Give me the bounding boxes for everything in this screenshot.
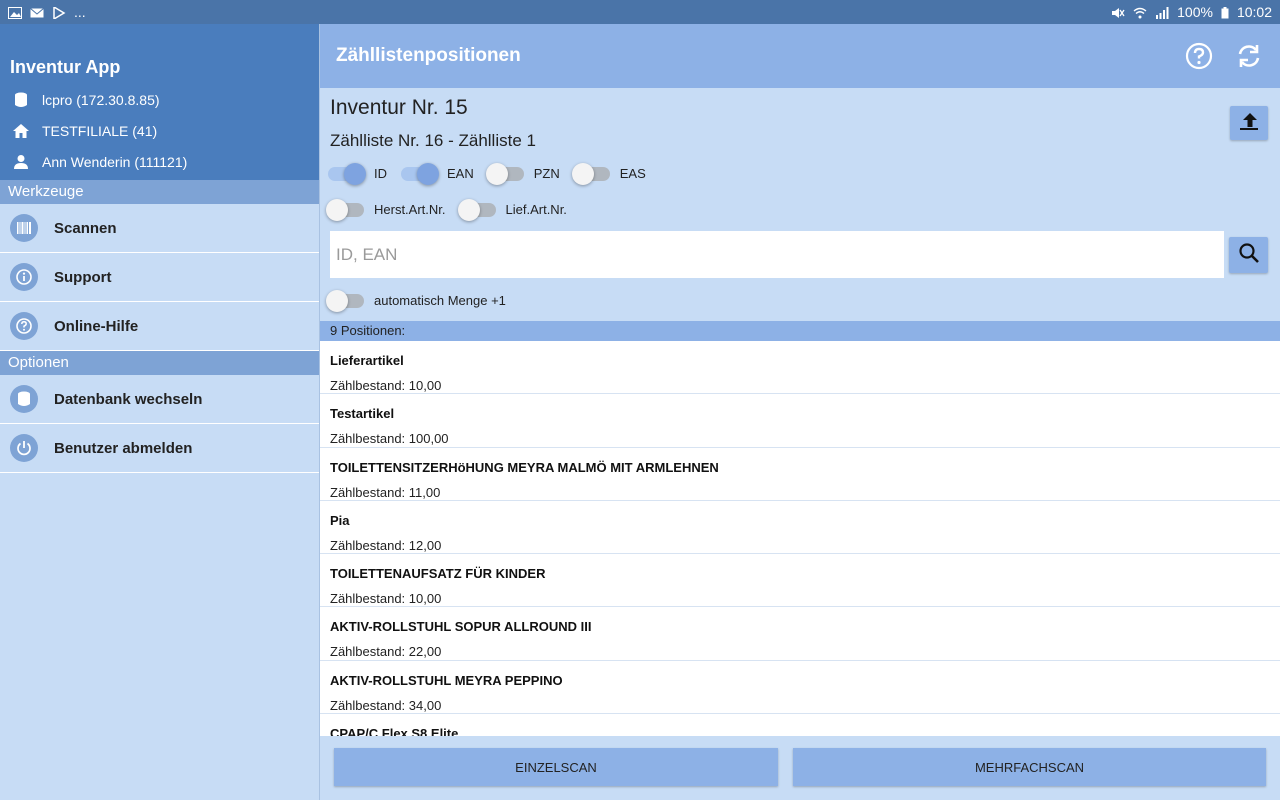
nav-item-support[interactable]: Support [0,253,319,302]
identifier-toggle-row: ID EAN PZN EAS [328,162,660,185]
list-item[interactable]: Pia Zählbestand: 12,00 [320,501,1280,555]
upload-arrow-icon [1238,110,1260,137]
multi-scan-button[interactable]: MEHRFACHSCAN [793,748,1266,786]
clock: 10:02 [1236,4,1272,20]
page-title: Zähllistenpositionen [336,45,521,66]
toggle-herst-art-nr[interactable] [326,198,364,221]
toggle-eas-label: EAS [619,166,646,181]
item-name: TOILETTENSITZERHöHUNG MEYRA MALMÖ MIT AR… [330,459,719,475]
filter-panel: Inventur Nr. 15 Zählliste Nr. 16 - Zähll… [320,88,1280,320]
nav-item-label: Scannen [54,219,117,237]
user-row: Ann Wenderin (111121) [10,146,309,177]
app-bar: Zähllistenpositionen [320,24,1280,88]
toggle-auto-quantity-label: automatisch Menge +1 [374,293,506,308]
toggle-ean-label: EAN [447,166,474,181]
info-icon [10,263,38,291]
toggle-pzn[interactable] [485,162,524,185]
wifi-icon [1133,6,1147,19]
item-quantity: Zählbestand: 11,00 [330,484,441,500]
play-store-icon [52,5,66,21]
toggle-id[interactable] [328,162,366,185]
item-quantity: Zählbestand: 12,00 [330,537,442,553]
section-options-heading: Optionen [0,351,319,375]
search-button[interactable] [1229,237,1268,273]
image-icon [8,6,22,19]
nav-item-label: Online-Hilfe [54,317,139,335]
item-name: Lieferartikel [330,353,404,368]
user-label: Ann Wenderin (111121) [42,153,188,170]
item-quantity: Zählbestand: 100,00 [330,431,449,447]
nav-item-label: Benutzer abmelden [54,439,193,457]
item-name: AKTIV-ROLLSTUHL SOPUR ALLROUND III [330,619,592,635]
toggle-lief-label: Lief.Art.Nr. [505,202,567,217]
app-title: Inventur App [10,57,121,77]
item-name: AKTIV-ROLLSTUHL MEYRA PEPPINO [330,672,563,688]
list-item[interactable]: Lieferartikel Zählbestand: 10,00 [320,341,1280,395]
home-icon [10,120,32,142]
toggle-lief-art-nr[interactable] [457,198,496,221]
database-row: lcpro (172.30.8.85) [10,84,309,115]
toggle-eas[interactable] [571,162,610,185]
bottom-button-bar: EINZELSCAN MEHRFACHSCAN [320,736,1280,800]
single-scan-button[interactable]: EINZELSCAN [334,748,778,786]
database-icon [10,89,32,111]
nav-item-logout[interactable]: Benutzer abmelden [0,424,319,473]
toggle-pzn-label: PZN [533,166,560,181]
positions-list: Lieferartikel Zählbestand: 10,00 Testart… [320,341,1280,736]
toggle-auto-quantity[interactable] [326,289,364,312]
toggle-ean[interactable] [401,162,439,185]
positions-count: 9 Positionen: [320,321,1280,341]
item-quantity: Zählbestand: 34,00 [330,697,442,713]
item-name: TOILETTENAUFSATZ FÜR KINDER [330,566,546,582]
drawer-header: Inventur App lcpro (172.30.8.85) TESTFIL… [0,24,319,180]
nav-item-online-help[interactable]: Online-Hilfe [0,302,319,351]
nav-item-label: Datenbank wechseln [54,390,203,408]
battery-icon [1221,6,1229,19]
signal-icon [1155,6,1169,19]
list-item[interactable]: TOILETTENSITZERHöHUNG MEYRA MALMÖ MIT AR… [320,448,1280,501]
status-ellipsis: ... [74,4,86,20]
database-label: lcpro (172.30.8.85) [42,91,160,108]
person-icon [10,151,32,173]
item-quantity: Zählbestand: 10,00 [330,378,442,393]
count-list-title: Zählliste Nr. 16 - Zählliste 1 [330,131,536,150]
status-bar: ... 100% 10:02 [0,0,1280,24]
item-quantity: Zählbestand: 10,00 [330,591,442,607]
list-item[interactable]: TOILETTENAUFSATZ FÜR KINDER Zählbestand:… [320,554,1280,608]
toggle-id-label: ID [374,166,387,181]
help-icon[interactable] [1184,41,1214,71]
battery-percent: 100% [1177,4,1213,20]
inventory-title: Inventur Nr. 15 [330,96,468,119]
item-name: Pia [330,512,350,528]
toggle-herst-label: Herst.Art.Nr. [374,202,446,217]
list-item[interactable]: AKTIV-ROLLSTUHL MEYRA PEPPINO Zählbestan… [320,661,1280,715]
nav-item-label: Support [54,268,112,286]
item-name: Testartikel [330,406,395,422]
list-item[interactable]: CPAP/C Flex S8 Elite [320,714,1280,736]
main-content: Zähllistenpositionen Inventur Nr. 15 Zäh… [320,24,1280,800]
article-number-toggle-row: Herst.Art.Nr. Lief.Art.Nr. [326,198,581,221]
item-quantity: Zählbestand: 22,00 [330,644,442,660]
barcode-icon [10,214,38,242]
nav-item-scan[interactable]: Scannen [0,204,319,253]
nav-item-change-database[interactable]: Datenbank wechseln [0,375,319,424]
item-name: CPAP/C Flex S8 Elite [330,726,459,736]
section-tools-heading: Werkzeuge [0,180,319,204]
search-input[interactable] [330,231,1224,278]
upload-button[interactable] [1230,106,1268,140]
auto-quantity-row: automatisch Menge +1 [326,289,520,312]
navigation-drawer: Inventur App lcpro (172.30.8.85) TESTFIL… [0,24,320,800]
branch-row: TESTFILIALE (41) [10,115,309,146]
database-icon [10,385,38,413]
list-item[interactable]: Testartikel Zählbestand: 100,00 [320,394,1280,448]
branch-label: TESTFILIALE (41) [42,122,158,139]
refresh-icon[interactable] [1234,41,1264,71]
list-item[interactable]: AKTIV-ROLLSTUHL SOPUR ALLROUND III Zählb… [320,607,1280,661]
search-icon [1238,242,1260,269]
help-icon [10,312,38,340]
power-icon [10,434,38,462]
mail-icon [30,6,44,18]
mute-icon [1111,6,1125,18]
